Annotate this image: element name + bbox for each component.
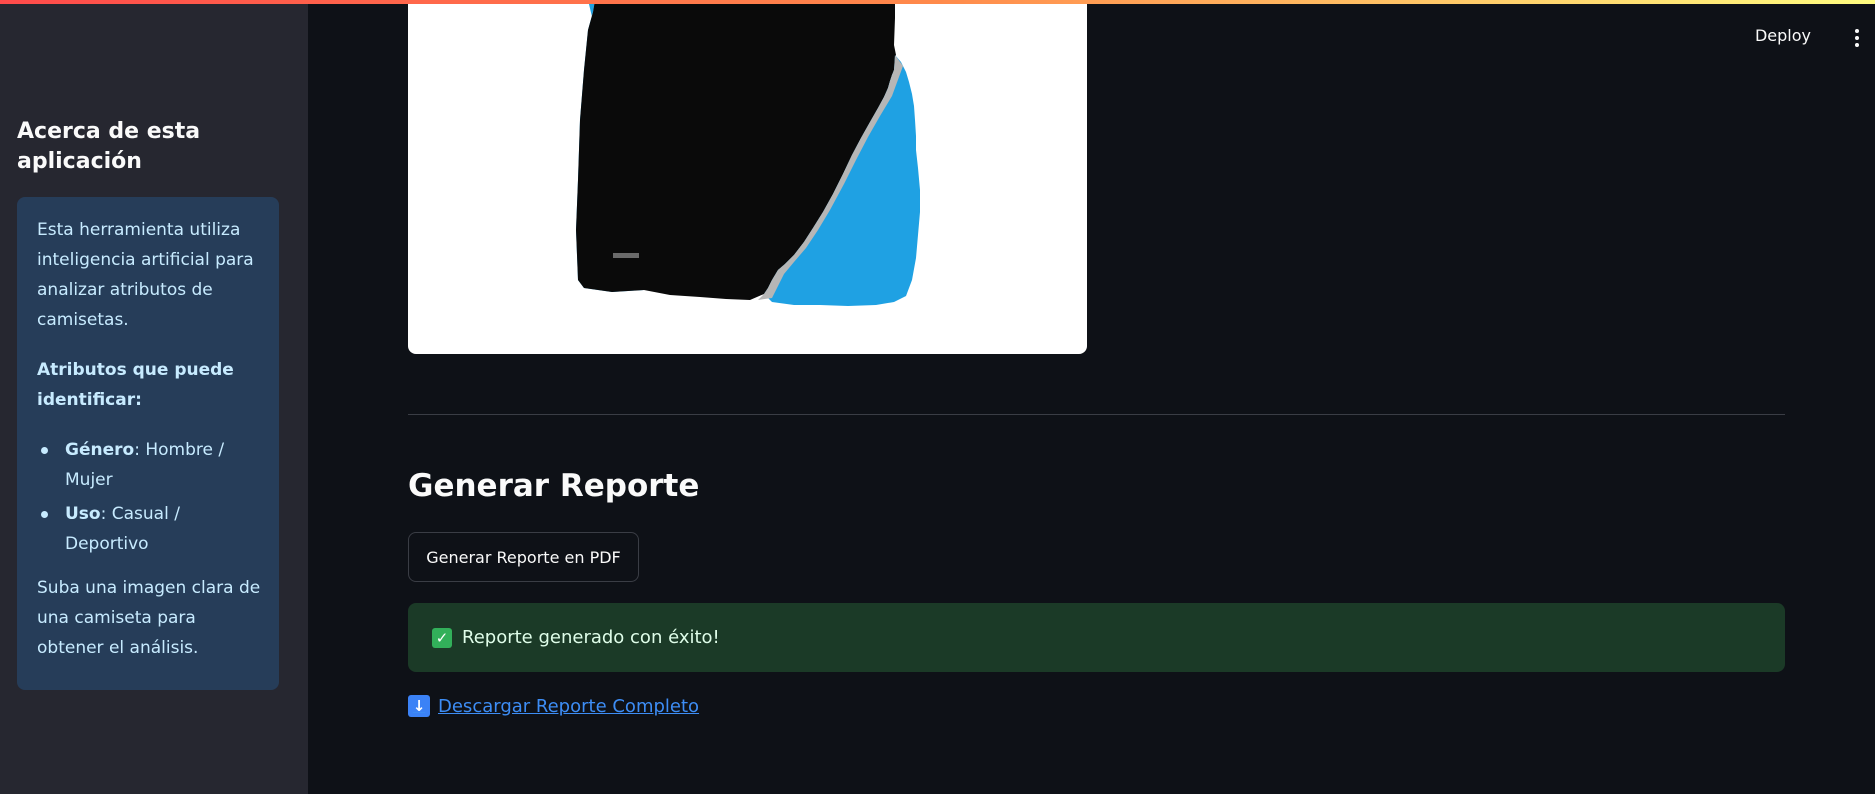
success-alert: ✓ Reporte generado con éxito!	[408, 603, 1785, 672]
attribute-name: Uso	[65, 504, 101, 524]
section-divider	[408, 414, 1785, 415]
attribute-item-gender: Género: Hombre / Mujer	[37, 435, 261, 495]
attributes-list: Género: Hombre / Mujer Uso: Casual / Dep…	[37, 435, 261, 559]
bullet-icon	[41, 511, 48, 518]
kebab-menu-icon[interactable]	[1855, 29, 1861, 49]
shirt-image-graphic	[576, 0, 920, 306]
report-section-title: Generar Reporte	[408, 468, 700, 504]
sidebar-title: Acerca de esta aplicación	[17, 119, 201, 174]
bullet-icon	[41, 447, 48, 454]
download-report-link[interactable]: ↓ Descargar Reporte Completo	[408, 695, 699, 717]
success-message: Reporte generado con éxito!	[462, 627, 720, 648]
sidebar: Acerca de esta aplicación Esta herramien…	[0, 0, 308, 794]
down-arrow-icon: ↓	[408, 695, 430, 717]
info-box: Esta herramienta utiliza inteligencia ar…	[17, 197, 279, 690]
attribute-item-use: Uso: Casual / Deportivo	[37, 499, 261, 559]
deploy-button[interactable]: Deploy	[1755, 26, 1811, 45]
info-footer: Suba una imagen clara de una camiseta pa…	[37, 578, 261, 658]
download-link-text: Descargar Reporte Completo	[438, 695, 700, 717]
info-intro: Esta herramienta utiliza inteligencia ar…	[37, 220, 254, 330]
attributes-heading: Atributos que puede identificar:	[37, 360, 234, 410]
top-decoration-bar	[0, 0, 1875, 4]
generate-pdf-button[interactable]: Generar Reporte en PDF	[408, 532, 639, 582]
attribute-name: Género	[65, 440, 135, 460]
uploaded-shirt-image	[408, 0, 1087, 354]
check-mark-icon: ✓	[432, 627, 452, 648]
